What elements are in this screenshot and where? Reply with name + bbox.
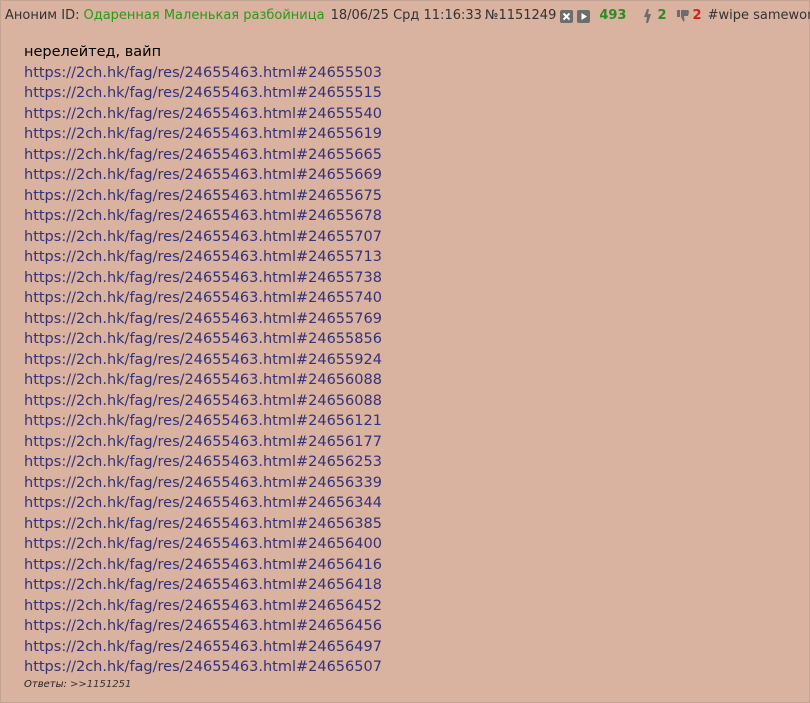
post-link[interactable]: https://2ch.hk/fag/res/24655463.html#246… xyxy=(24,208,382,224)
list-item: https://2ch.hk/fag/res/24655463.html#246… xyxy=(24,145,382,166)
post-link[interactable]: https://2ch.hk/fag/res/24655463.html#246… xyxy=(24,290,382,306)
dislikes-count: 2 xyxy=(692,8,702,23)
post-link[interactable]: https://2ch.hk/fag/res/24655463.html#246… xyxy=(24,126,382,142)
list-item: https://2ch.hk/fag/res/24655463.html#246… xyxy=(24,206,382,227)
replies-line: Ответы: >>1151251 xyxy=(24,679,131,690)
post-link[interactable]: https://2ch.hk/fag/res/24655463.html#246… xyxy=(24,85,382,101)
list-item: https://2ch.hk/fag/res/24655463.html#246… xyxy=(24,493,382,514)
post-link[interactable]: https://2ch.hk/fag/res/24655463.html#246… xyxy=(24,188,382,204)
post-link[interactable]: https://2ch.hk/fag/res/24655463.html#246… xyxy=(24,618,382,634)
list-item: https://2ch.hk/fag/res/24655463.html#246… xyxy=(24,514,382,535)
post-link[interactable]: https://2ch.hk/fag/res/24655463.html#246… xyxy=(24,495,382,511)
list-item: https://2ch.hk/fag/res/24655463.html#246… xyxy=(24,575,382,596)
post-link[interactable]: https://2ch.hk/fag/res/24655463.html#246… xyxy=(24,598,382,614)
list-item: https://2ch.hk/fag/res/24655463.html#246… xyxy=(24,288,382,309)
post-link[interactable]: https://2ch.hk/fag/res/24655463.html#246… xyxy=(24,434,382,450)
thumbs-down-icon[interactable] xyxy=(676,8,690,24)
post-link[interactable]: https://2ch.hk/fag/res/24655463.html#246… xyxy=(24,536,382,552)
list-item: https://2ch.hk/fag/res/24655463.html#246… xyxy=(24,534,382,555)
post-tag[interactable]: #wipe samewords xyxy=(708,6,810,26)
list-item: https://2ch.hk/fag/res/24655463.html#246… xyxy=(24,596,382,617)
list-item: https://2ch.hk/fag/res/24655463.html#246… xyxy=(24,555,382,576)
replies-label: Ответы: xyxy=(24,679,67,690)
post-link[interactable]: https://2ch.hk/fag/res/24655463.html#246… xyxy=(24,106,382,122)
post-date: 18/06/25 Срд 11:16:33 xyxy=(330,8,482,23)
post-link[interactable]: https://2ch.hk/fag/res/24655463.html#246… xyxy=(24,393,382,409)
play-icon[interactable] xyxy=(577,9,591,23)
post-text: нерелейтед, вайп xyxy=(24,44,162,60)
list-item: https://2ch.hk/fag/res/24655463.html#246… xyxy=(24,411,382,432)
list-item: https://2ch.hk/fag/res/24655463.html#246… xyxy=(24,350,382,371)
post-link[interactable]: https://2ch.hk/fag/res/24655463.html#246… xyxy=(24,659,382,675)
post: Аноним ID: Одаренная Маленькая разбойниц… xyxy=(0,0,810,703)
list-item: https://2ch.hk/fag/res/24655463.html#246… xyxy=(24,473,382,494)
list-item: https://2ch.hk/fag/res/24655463.html#246… xyxy=(24,268,382,289)
list-item: https://2ch.hk/fag/res/24655463.html#246… xyxy=(24,657,382,678)
post-link[interactable]: https://2ch.hk/fag/res/24655463.html#246… xyxy=(24,270,382,286)
post-body: нерелейтед, вайп https://2ch.hk/fag/res/… xyxy=(24,42,382,678)
list-item: https://2ch.hk/fag/res/24655463.html#246… xyxy=(24,104,382,125)
post-link[interactable]: https://2ch.hk/fag/res/24655463.html#246… xyxy=(24,331,382,347)
list-item: https://2ch.hk/fag/res/24655463.html#246… xyxy=(24,247,382,268)
post-header: Аноним ID: Одаренная Маленькая разбойниц… xyxy=(5,6,810,26)
poster-id: Одаренная Маленькая разбойница xyxy=(83,8,325,23)
list-item: https://2ch.hk/fag/res/24655463.html#246… xyxy=(24,391,382,412)
list-item: https://2ch.hk/fag/res/24655463.html#246… xyxy=(24,186,382,207)
list-item: https://2ch.hk/fag/res/24655463.html#246… xyxy=(24,452,382,473)
post-link[interactable]: https://2ch.hk/fag/res/24655463.html#246… xyxy=(24,577,382,593)
likes-count: 2 xyxy=(657,8,667,23)
list-item: https://2ch.hk/fag/res/24655463.html#246… xyxy=(24,63,382,84)
post-link[interactable]: https://2ch.hk/fag/res/24655463.html#246… xyxy=(24,557,382,573)
list-item: https://2ch.hk/fag/res/24655463.html#246… xyxy=(24,165,382,186)
post-link[interactable]: https://2ch.hk/fag/res/24655463.html#246… xyxy=(24,147,382,163)
post-link[interactable]: https://2ch.hk/fag/res/24655463.html#246… xyxy=(24,167,382,183)
post-link[interactable]: https://2ch.hk/fag/res/24655463.html#246… xyxy=(24,372,382,388)
post-link[interactable]: https://2ch.hk/fag/res/24655463.html#246… xyxy=(24,352,382,368)
post-link[interactable]: https://2ch.hk/fag/res/24655463.html#246… xyxy=(24,311,382,327)
post-link[interactable]: https://2ch.hk/fag/res/24655463.html#246… xyxy=(24,249,382,265)
close-icon[interactable] xyxy=(560,9,574,23)
post-link[interactable]: https://2ch.hk/fag/res/24655463.html#246… xyxy=(24,65,382,81)
link-list: https://2ch.hk/fag/res/24655463.html#246… xyxy=(24,63,382,678)
post-link[interactable]: https://2ch.hk/fag/res/24655463.html#246… xyxy=(24,229,382,245)
list-item: https://2ch.hk/fag/res/24655463.html#246… xyxy=(24,309,382,330)
post-link[interactable]: https://2ch.hk/fag/res/24655463.html#246… xyxy=(24,639,382,655)
post-link[interactable]: https://2ch.hk/fag/res/24655463.html#246… xyxy=(24,475,382,491)
post-link[interactable]: https://2ch.hk/fag/res/24655463.html#246… xyxy=(24,516,382,532)
list-item: https://2ch.hk/fag/res/24655463.html#246… xyxy=(24,432,382,453)
post-link[interactable]: https://2ch.hk/fag/res/24655463.html#246… xyxy=(24,454,382,470)
list-item: https://2ch.hk/fag/res/24655463.html#246… xyxy=(24,616,382,637)
list-item: https://2ch.hk/fag/res/24655463.html#246… xyxy=(24,227,382,248)
list-item: https://2ch.hk/fag/res/24655463.html#246… xyxy=(24,637,382,658)
reply-link[interactable]: >>1151251 xyxy=(70,679,131,690)
list-item: https://2ch.hk/fag/res/24655463.html#246… xyxy=(24,124,382,145)
thumbs-up-icon[interactable] xyxy=(640,8,654,24)
list-item: https://2ch.hk/fag/res/24655463.html#246… xyxy=(24,370,382,391)
views-count: 493 xyxy=(599,8,627,23)
anon-label: Аноним ID: xyxy=(5,8,80,23)
list-item: https://2ch.hk/fag/res/24655463.html#246… xyxy=(24,329,382,350)
list-item: https://2ch.hk/fag/res/24655463.html#246… xyxy=(24,83,382,104)
post-link[interactable]: https://2ch.hk/fag/res/24655463.html#246… xyxy=(24,413,382,429)
post-number[interactable]: №1151249 xyxy=(485,6,556,26)
